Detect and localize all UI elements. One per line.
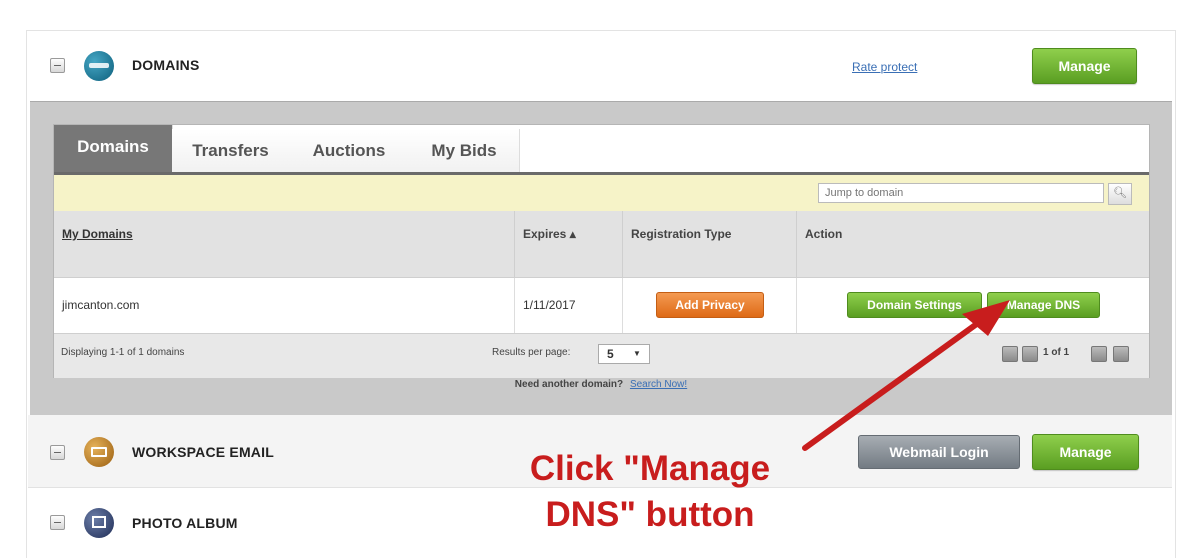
annotation-text: Click "Manage DNS" button — [500, 446, 800, 538]
annotation-line-1: Click "Manage — [529, 449, 771, 488]
annotation-line-2: DNS" button — [545, 495, 755, 534]
arrow-shaft — [802, 315, 988, 451]
